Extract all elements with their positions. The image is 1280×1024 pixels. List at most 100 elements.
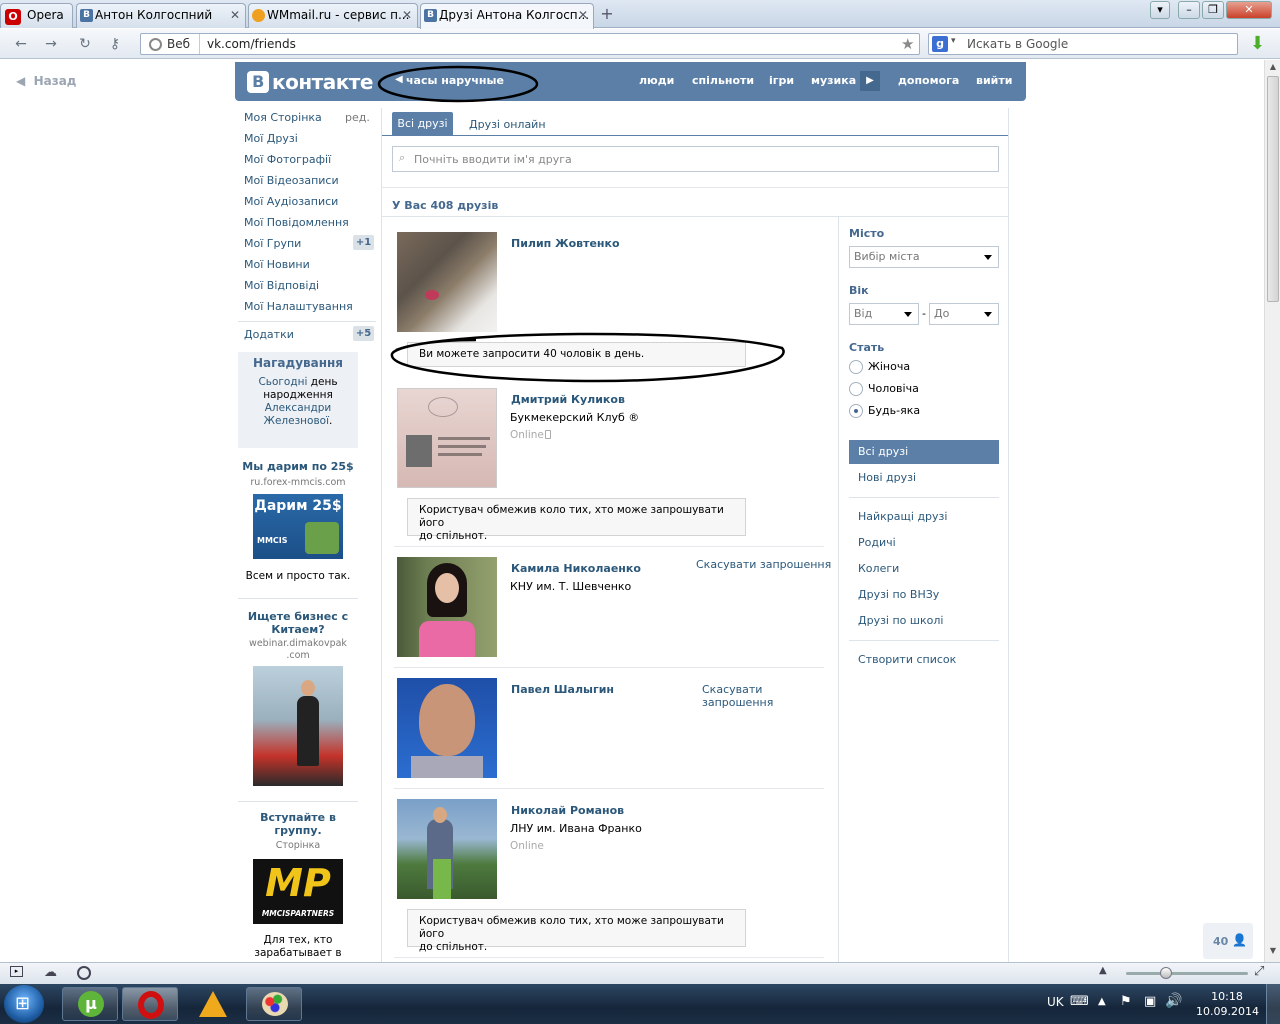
new-tab-button[interactable]: +: [598, 5, 616, 23]
gender-female-label[interactable]: Жіноча: [868, 360, 910, 373]
volume-icon[interactable]: 🔊: [1165, 993, 1182, 1009]
nav-people[interactable]: люди: [639, 74, 674, 87]
edit-link[interactable]: ред.: [345, 111, 370, 124]
apps-badge[interactable]: +5: [353, 326, 374, 341]
close-window-button[interactable]: ✕: [1226, 1, 1272, 19]
city-select[interactable]: Вибір міста: [849, 246, 999, 268]
menu-my-friends[interactable]: Мої Друзі: [244, 132, 298, 145]
zoom-slider-handle[interactable]: [1160, 967, 1172, 979]
cancel-invite-link[interactable]: запрошення: [702, 696, 773, 709]
cloud-icon[interactable]: ☁: [44, 965, 57, 980]
filter-best-friends[interactable]: Найкращі друзі: [858, 510, 947, 523]
back-arrow-icon[interactable]: ←: [12, 36, 30, 52]
start-button[interactable]: ⊞: [4, 985, 44, 1023]
back-link[interactable]: ◀ Назад: [16, 74, 77, 88]
download-icon[interactable]: ⬇: [1250, 33, 1265, 54]
cancel-invite-link[interactable]: Скасувати: [702, 683, 762, 696]
taskbar-opera[interactable]: [122, 987, 178, 1021]
friend-photo-passport[interactable]: [397, 388, 497, 488]
google-icon[interactable]: g: [932, 36, 948, 52]
age-from-select[interactable]: Від: [849, 303, 919, 325]
reminder-person-link[interactable]: Железнової: [264, 415, 329, 427]
filter-relatives[interactable]: Родичі: [858, 536, 896, 549]
tab-all-friends[interactable]: Всі друзі: [392, 112, 453, 136]
ad-title[interactable]: Ищете бизнес с: [238, 610, 358, 623]
forward-arrow-icon[interactable]: →: [42, 36, 60, 52]
close-tab-icon[interactable]: ✕: [402, 4, 412, 27]
filter-university[interactable]: Друзі по ВНЗу: [858, 588, 939, 601]
gender-female-radio[interactable]: [849, 360, 863, 374]
network-icon[interactable]: ▣: [1144, 994, 1156, 1009]
menu-my-messages[interactable]: Мої Повідомлення: [244, 216, 349, 229]
page-scrollbar[interactable]: ▲ ▼: [1264, 60, 1280, 962]
speed-dial-icon[interactable]: [77, 966, 91, 980]
friend-search-input[interactable]: ⌕ Почніть вводити ім'я друга: [392, 146, 999, 172]
menu-my-audio[interactable]: Мої Аудіозаписи: [244, 195, 338, 208]
friend-name[interactable]: Дмитрий Куликов: [511, 393, 625, 406]
ad-title[interactable]: группу.: [238, 824, 358, 837]
friend-name[interactable]: Николай Романов: [511, 804, 624, 817]
browser-search-field[interactable]: g ▾ Искать в Google: [928, 33, 1238, 55]
invite-counter[interactable]: 40 👤: [1203, 923, 1253, 959]
nav-games[interactable]: ігри: [769, 74, 794, 87]
gender-any-label[interactable]: Будь-яка: [868, 404, 920, 417]
filter-school[interactable]: Друзі по школі: [858, 614, 943, 627]
key-icon[interactable]: ⚷: [106, 36, 124, 52]
taskbar-paint[interactable]: [246, 987, 302, 1021]
scroll-down-icon[interactable]: ▼: [1266, 946, 1280, 958]
filter-new-friends[interactable]: Нові друзі: [858, 471, 916, 484]
taskbar-aimp[interactable]: [184, 987, 240, 1021]
gender-male-radio[interactable]: [849, 382, 863, 396]
friend-photo-girl[interactable]: [397, 557, 497, 657]
fullscreen-icon[interactable]: ⤢: [1254, 964, 1264, 979]
restore-button[interactable]: ❐: [1202, 1, 1224, 19]
chevron-down-icon[interactable]: ▾: [951, 36, 956, 46]
arrow-up-icon[interactable]: ▲: [1099, 965, 1107, 976]
play-icon[interactable]: ▶: [860, 71, 880, 91]
menu-apps[interactable]: Додатки: [244, 328, 294, 341]
ad-banner-image[interactable]: Дарим 25$ MMCIS: [253, 494, 343, 559]
age-to-select[interactable]: До: [929, 303, 999, 325]
vk-logo[interactable]: Вконтакте: [247, 70, 373, 94]
close-tab-icon[interactable]: ✕: [230, 4, 240, 27]
flag-icon[interactable]: ⚑: [1120, 994, 1132, 1009]
ad-block[interactable]: Мы дарим по 25$ ru.forex-mmcis.com Дарим…: [238, 460, 358, 582]
menu-my-settings[interactable]: Мої Налаштування: [244, 300, 353, 313]
friend-name[interactable]: Камила Николаенко: [511, 562, 641, 575]
menu-my-page[interactable]: Моя Сторінка: [244, 111, 322, 124]
ad-title[interactable]: Вступайте в: [238, 811, 358, 824]
panel-toggle-icon[interactable]: ▸: [10, 966, 23, 977]
friend-photo-father-son[interactable]: [397, 799, 497, 899]
taskbar-utorrent[interactable]: µ: [62, 987, 118, 1021]
keyboard-icon[interactable]: ⌨: [1070, 994, 1089, 1009]
friend-name[interactable]: Павел Шалыгин: [511, 683, 614, 696]
ad-block[interactable]: Ищете бизнес с Китаем? webinar.dimakovpa…: [238, 610, 358, 786]
gender-male-label[interactable]: Чоловіча: [868, 382, 919, 395]
ad-block[interactable]: Вступайте в группу. Сторінка MP MMCISPAR…: [238, 811, 358, 960]
scroll-up-icon[interactable]: ▲: [1266, 62, 1280, 74]
tray-expand-icon[interactable]: ▲: [1098, 996, 1106, 1007]
tab-friends[interactable]: В Друзі Антона Колгосп... ✕: [420, 3, 594, 29]
ad-title[interactable]: Китаем?: [238, 623, 358, 636]
ad-banner-image[interactable]: MP MMCISPARTNERS: [253, 859, 343, 924]
nav-communities[interactable]: спільноти: [692, 74, 754, 87]
nav-help[interactable]: допомога: [898, 74, 959, 87]
scrollbar-thumb[interactable]: [1267, 76, 1279, 302]
tab-friends-online[interactable]: Друзі онлайн: [469, 118, 546, 131]
tab-list-button[interactable]: ▾: [1150, 1, 1170, 19]
ad-person-photo[interactable]: [253, 666, 343, 786]
menu-my-answers[interactable]: Мої Відповіді: [244, 279, 319, 292]
filter-colleagues[interactable]: Колеги: [858, 562, 899, 575]
menu-my-groups[interactable]: Мої Групи: [244, 237, 301, 250]
zoom-slider-track[interactable]: [1126, 972, 1248, 975]
create-list-link[interactable]: Створити список: [858, 653, 956, 666]
friend-photo-man[interactable]: [397, 678, 497, 778]
filter-all-friends[interactable]: Всі друзі: [849, 440, 999, 464]
show-desktop-button[interactable]: [1266, 984, 1280, 1024]
cancel-invite-link[interactable]: Скасувати запрошення: [696, 558, 831, 571]
friend-name[interactable]: Пилип Жовтенко: [511, 237, 620, 250]
close-tab-icon[interactable]: ✕: [578, 4, 588, 27]
nav-music[interactable]: музика: [811, 74, 856, 87]
address-field[interactable]: Веб vk.com/friends ★: [140, 33, 920, 55]
language-indicator[interactable]: UK: [1047, 995, 1064, 1009]
